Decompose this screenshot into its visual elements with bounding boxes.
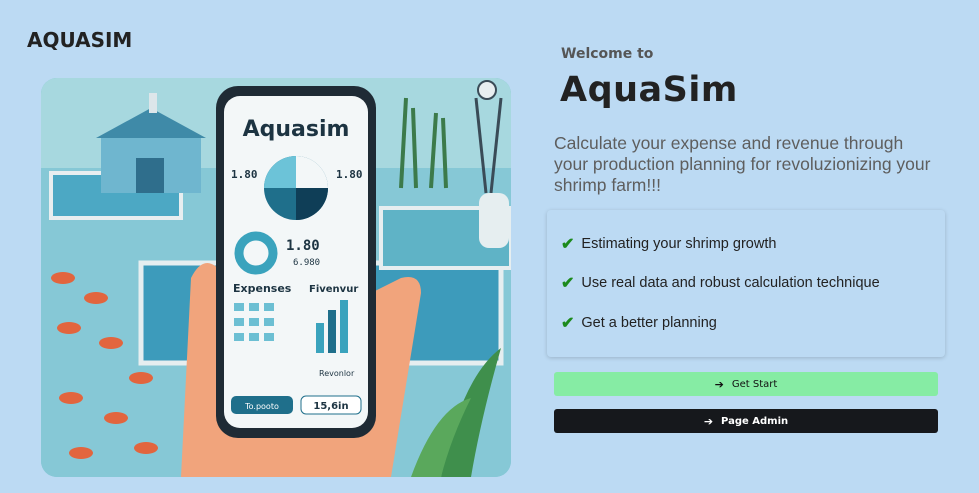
arrow-right-icon: ➔ (714, 377, 724, 391)
feature-item: ✔ Get a better planning (547, 303, 945, 343)
feature-label: Estimating your shrimp growth (581, 235, 777, 252)
feature-label: Get a better planning (581, 314, 717, 331)
phone-revenue-label: Fivenvur (309, 284, 358, 295)
page-title: AquaSim (560, 70, 738, 110)
arrow-right-icon: ➔ (703, 414, 714, 428)
phone-revenue-sub: Revonlor (319, 369, 355, 378)
phone-stat: 1.80 (336, 168, 363, 181)
page-admin-label: Page Admin (721, 415, 789, 427)
get-start-label: Get Start (731, 378, 778, 390)
phone-title: Aquasim (243, 117, 350, 142)
app-brand: AQUASIM (27, 28, 133, 52)
feature-item: ✔ Use real data and robust calculation t… (547, 264, 945, 304)
tagline: Calculate your expense and revenue throu… (554, 133, 931, 195)
phone-stat: 6.980 (293, 258, 320, 268)
phone-footer-right: 15,6in (313, 401, 348, 412)
feature-label: Use real data and robust calculation tec… (581, 275, 880, 292)
shrimp-farm-illustration: Aquasim 1.80 1.80 1.80 6.980 Expenses Fi… (41, 78, 511, 477)
phone-footer-left: To.pooto (244, 402, 279, 411)
check-icon: ✔ (561, 314, 575, 332)
get-start-button[interactable]: ➔ Get Start (554, 372, 938, 396)
check-icon: ✔ (561, 275, 575, 293)
phone-stat: 1.80 (231, 168, 258, 181)
check-icon: ✔ (561, 235, 575, 253)
welcome-label: Welcome to (561, 46, 654, 62)
page-admin-button[interactable]: ➔ Page Admin (554, 409, 938, 433)
phone-stat: 1.80 (286, 238, 320, 254)
feature-item: ✔ Estimating your shrimp growth (547, 224, 945, 264)
features-card: ✔ Estimating your shrimp growth ✔ Use re… (547, 210, 945, 357)
phone-expenses-label: Expenses (233, 282, 292, 295)
